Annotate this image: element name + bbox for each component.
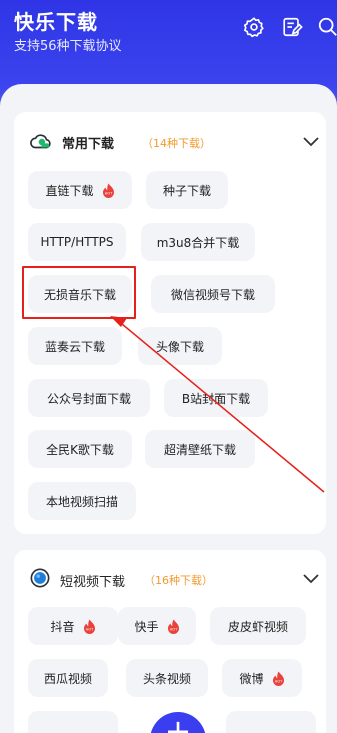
- video-circle-icon: [30, 568, 52, 588]
- download-item[interactable]: 超清壁纸下载: [145, 430, 255, 468]
- svg-text:HOT: HOT: [104, 191, 112, 195]
- hot-badge-icon: HOT: [272, 671, 285, 686]
- download-item[interactable]: HTTP/HTTPS: [28, 223, 126, 261]
- chevron-down-icon[interactable]: [302, 569, 320, 587]
- category-header-short-video[interactable]: 短视频下载 （16种下载）: [14, 550, 326, 608]
- svg-text:HOT: HOT: [169, 627, 177, 631]
- download-item[interactable]: 本地视频扫描: [28, 482, 136, 520]
- download-item[interactable]: 微博 HOT: [222, 659, 302, 697]
- download-item-partial[interactable]: [28, 711, 118, 733]
- hot-badge-icon: HOT: [83, 619, 96, 634]
- download-item-partial[interactable]: [226, 711, 316, 733]
- search-icon[interactable]: [317, 16, 337, 38]
- svg-text:HOT: HOT: [274, 679, 282, 683]
- category-card-common: 常用下载 （14种下载） 直链下载 HOT 种子下载 HTTP/HTTPS m3…: [14, 112, 326, 534]
- download-item[interactable]: 头像下载: [138, 327, 222, 365]
- download-item[interactable]: 全民K歌下载: [28, 430, 132, 468]
- hot-badge-icon: HOT: [167, 619, 180, 634]
- chevron-down-icon[interactable]: [302, 132, 320, 150]
- download-item[interactable]: 直链下载 HOT: [28, 171, 132, 209]
- app-title: 快乐下载: [14, 10, 98, 34]
- settings-icon[interactable]: [243, 16, 265, 38]
- download-item[interactable]: 抖音 HOT: [28, 607, 118, 645]
- edit-note-icon[interactable]: [281, 16, 303, 38]
- category-card-short-video: 短视频下载 （16种下载） 抖音 HOT 快手 HOT 皮皮虾视频 西瓜视频 头…: [14, 550, 326, 733]
- download-item[interactable]: 皮皮虾视频: [210, 607, 306, 645]
- download-item[interactable]: 蓝奏云下载: [28, 327, 122, 365]
- cloud-icon: [30, 132, 52, 152]
- category-count: （14种下载）: [142, 137, 211, 150]
- hot-badge-icon: HOT: [102, 183, 115, 198]
- download-item[interactable]: 微信视频号下载: [151, 275, 275, 313]
- download-item[interactable]: 种子下载: [146, 171, 228, 209]
- svg-text:HOT: HOT: [85, 627, 93, 631]
- download-item[interactable]: 快手 HOT: [118, 607, 196, 645]
- category-count: （16种下载）: [144, 574, 213, 587]
- download-item[interactable]: 西瓜视频: [28, 659, 108, 697]
- category-title: 短视频下载: [60, 575, 126, 590]
- download-item[interactable]: m3u8合并下载: [141, 223, 255, 261]
- download-item[interactable]: 公众号封面下载: [28, 379, 150, 417]
- download-item[interactable]: B站封面下载: [164, 379, 268, 417]
- app-subtitle: 支持56种下载协议: [14, 39, 122, 54]
- highlight-box: [22, 266, 136, 319]
- category-title: 常用下载: [62, 137, 115, 152]
- download-item[interactable]: 头条视频: [126, 659, 208, 697]
- category-header-common[interactable]: 常用下载 （14种下载）: [14, 112, 326, 170]
